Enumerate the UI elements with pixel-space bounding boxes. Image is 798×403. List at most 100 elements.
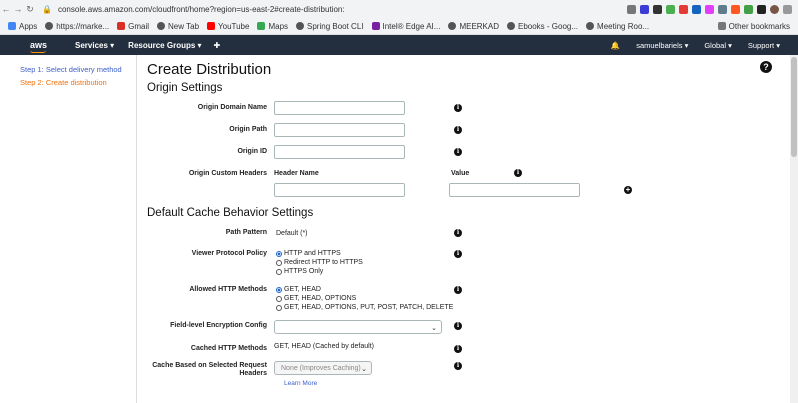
extension-icon[interactable] xyxy=(757,4,766,14)
maps-icon xyxy=(257,22,266,30)
resource-groups-menu[interactable]: Resource Groups ▾ xyxy=(128,41,201,50)
info-icon[interactable]: i xyxy=(454,286,462,294)
info-icon[interactable]: i xyxy=(454,250,462,258)
bookmarks-bar: Apps https://marke... Gmail New Tab YouT… xyxy=(0,18,798,35)
lock-icon[interactable]: 🔒 xyxy=(42,5,52,14)
bookmark-item[interactable]: Gmail xyxy=(117,22,149,31)
extension-icon[interactable] xyxy=(653,4,662,14)
pin-icon[interactable]: ✚ xyxy=(214,41,221,50)
allowed-methods-get-head-options[interactable]: GET, HEAD, OPTIONS xyxy=(276,295,356,302)
forward-icon[interactable]: → xyxy=(12,4,24,14)
star-icon[interactable] xyxy=(627,4,636,14)
extension-icon[interactable] xyxy=(705,4,714,14)
page-scrollbar[interactable] xyxy=(790,55,798,403)
radio-selected[interactable] xyxy=(276,286,282,293)
path-pattern-value: Default (*) xyxy=(276,230,308,237)
bookmark-item[interactable]: New Tab xyxy=(157,22,199,31)
bookmark-item[interactable]: Maps xyxy=(257,22,288,31)
globe-icon xyxy=(586,22,595,30)
cache-headers-select[interactable]: None (Improves Caching) ⌄ xyxy=(274,361,372,375)
chevron-down-icon: ⌄ xyxy=(431,325,437,332)
menu-icon[interactable] xyxy=(783,4,792,14)
bookmark-item[interactable]: https://marke... xyxy=(45,22,109,31)
info-icon[interactable]: i xyxy=(454,104,462,112)
cache-headers-label-line1: Cache Based on Selected Request xyxy=(152,362,267,369)
header-value-input[interactable] xyxy=(449,183,580,197)
field-level-encryption-label: Field-level Encryption Config xyxy=(170,322,267,329)
cache-headers-label-line2: Headers xyxy=(239,370,267,377)
globe-icon xyxy=(45,22,54,30)
extension-icon[interactable] xyxy=(640,4,649,14)
step-1-link[interactable]: Step 1: Select delivery method xyxy=(20,65,122,74)
account-menu[interactable]: samuelbariels ▾ xyxy=(636,41,688,50)
info-icon[interactable]: i xyxy=(454,148,462,156)
browser-toolbar: ← → ↻ 🔒 console.aws.amazon.com/cloudfron… xyxy=(0,0,798,18)
gmail-icon xyxy=(117,22,126,30)
field-level-encryption-select[interactable]: ⌄ xyxy=(274,320,442,334)
folder-icon xyxy=(717,22,726,30)
cached-methods-value: GET, HEAD (Cached by default) xyxy=(274,343,374,350)
intel-icon xyxy=(371,22,380,30)
radio[interactable] xyxy=(276,295,282,302)
extensions-row xyxy=(627,4,798,14)
allowed-methods-label: Allowed HTTP Methods xyxy=(189,286,267,293)
viewer-protocol-http-https[interactable]: HTTP and HTTPS xyxy=(276,250,341,257)
header-name-input[interactable] xyxy=(274,183,405,197)
bookmark-item[interactable]: Spring Boot CLI xyxy=(296,22,364,31)
bookmark-item[interactable]: MEERKAD xyxy=(448,22,499,31)
bookmark-apps[interactable]: Apps xyxy=(8,22,37,31)
back-icon[interactable]: ← xyxy=(0,4,12,14)
origin-path-input[interactable] xyxy=(274,123,405,137)
bell-icon[interactable]: 🔔 xyxy=(611,41,620,50)
learn-more-link[interactable]: Learn More xyxy=(284,380,317,387)
origin-settings-heading: Origin Settings xyxy=(147,82,223,94)
globe-icon xyxy=(448,22,457,30)
origin-domain-input[interactable] xyxy=(274,101,405,115)
main-content: Create Distribution ? Origin Settings Or… xyxy=(137,55,790,403)
bookmark-item[interactable]: Meeting Roo... xyxy=(586,22,649,31)
services-menu[interactable]: Services ▾ xyxy=(75,41,114,50)
region-menu[interactable]: Global ▾ xyxy=(704,41,732,50)
info-icon[interactable]: i xyxy=(514,169,522,177)
extension-icon[interactable] xyxy=(692,4,701,14)
extension-icon[interactable] xyxy=(666,4,675,14)
bookmark-item[interactable]: YouTube xyxy=(207,22,249,31)
aws-header: aws Services ▾ Resource Groups ▾ ✚ 🔔 sam… xyxy=(0,35,798,55)
extension-icon[interactable] xyxy=(744,4,753,14)
extension-icon[interactable] xyxy=(718,4,727,14)
info-icon[interactable]: i xyxy=(454,229,462,237)
scrollbar-thumb[interactable] xyxy=(791,57,797,157)
globe-icon xyxy=(507,22,515,30)
origin-id-input[interactable] xyxy=(274,145,405,159)
viewer-protocol-redirect[interactable]: Redirect HTTP to HTTPS xyxy=(276,259,363,266)
help-icon[interactable]: ? xyxy=(760,61,772,73)
info-icon[interactable]: i xyxy=(454,322,462,330)
viewer-protocol-https-only[interactable]: HTTPS Only xyxy=(276,268,323,275)
radio[interactable] xyxy=(276,304,282,311)
origin-path-label: Origin Path xyxy=(229,126,267,133)
radio[interactable] xyxy=(276,268,282,275)
radio[interactable] xyxy=(276,259,282,266)
extension-icon[interactable] xyxy=(679,4,688,14)
allowed-methods-get-head[interactable]: GET, HEAD xyxy=(276,286,321,293)
support-menu[interactable]: Support ▾ xyxy=(748,41,780,50)
address-bar[interactable]: console.aws.amazon.com/cloudfront/home?r… xyxy=(58,5,345,14)
allowed-methods-all[interactable]: GET, HEAD, OPTIONS, PUT, POST, PATCH, DE… xyxy=(276,304,453,311)
cache-behavior-heading: Default Cache Behavior Settings xyxy=(147,207,314,219)
info-icon[interactable]: i xyxy=(454,126,462,134)
add-header-icon[interactable]: + xyxy=(624,186,632,194)
bookmark-item[interactable]: Ebooks - Goog... xyxy=(507,22,578,31)
step-2-current: Step 2: Create distribution xyxy=(20,78,107,87)
radio-selected[interactable] xyxy=(276,250,282,257)
viewer-protocol-label: Viewer Protocol Policy xyxy=(191,250,267,257)
bookmark-item[interactable]: Intel® Edge AI... xyxy=(371,22,440,31)
info-icon[interactable]: i xyxy=(454,345,462,353)
reload-icon[interactable]: ↻ xyxy=(24,4,36,15)
other-bookmarks[interactable]: Other bookmarks xyxy=(717,22,790,31)
path-pattern-label: Path Pattern xyxy=(225,229,267,236)
extension-icon[interactable] xyxy=(731,4,740,14)
youtube-icon xyxy=(207,22,216,30)
info-icon[interactable]: i xyxy=(454,362,462,370)
aws-logo[interactable]: aws xyxy=(30,40,47,53)
avatar[interactable] xyxy=(770,4,779,14)
